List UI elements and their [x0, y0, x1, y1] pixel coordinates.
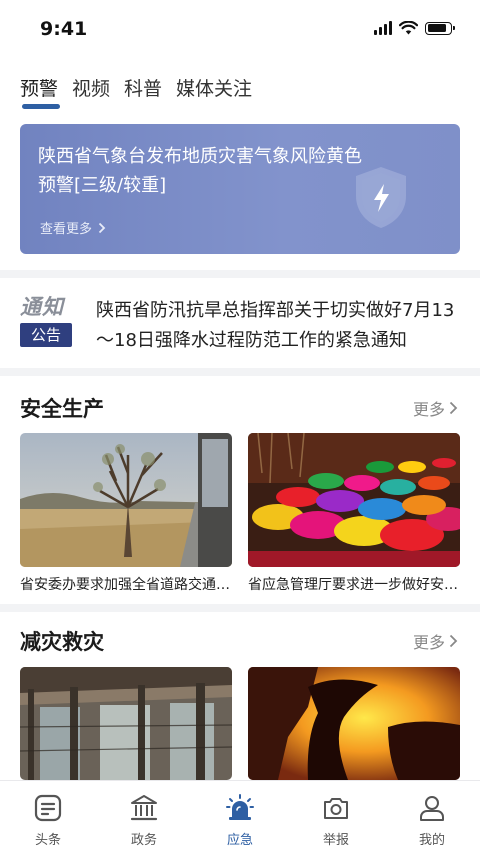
damaged-building-interior-image [20, 667, 232, 780]
relief-more-label: 更多 [412, 633, 445, 652]
section-divider [0, 368, 480, 376]
banner-more-link[interactable]: 查看更多 [40, 218, 106, 237]
relief-more-button[interactable]: 更多 [413, 629, 458, 653]
battery-icon [425, 21, 455, 35]
tabbar-label: 头条 [34, 833, 61, 848]
tabbar-item-emergency[interactable]: 应急 [192, 781, 288, 854]
bottom-tab-bar: 头条 政务 应急 举报 我的 [0, 780, 480, 854]
card-caption: 省安委办要求加强全省道路交通安全工作 [20, 577, 232, 593]
tabbar-item-headline[interactable]: 头条 [0, 781, 96, 854]
emergency-siren-icon [226, 794, 254, 820]
banner-more-label: 查看更多 [40, 222, 93, 237]
news-card[interactable]: 省应急管理厅要求进一步做好安全生产工作 [248, 433, 460, 594]
chevron-right-icon [449, 634, 458, 648]
tabbar-item-report[interactable]: 举报 [288, 781, 384, 854]
tabbar-label: 应急 [226, 833, 253, 848]
user-icon [420, 796, 444, 821]
active-tab-indicator [22, 104, 60, 109]
headline-icon [34, 794, 62, 822]
news-card[interactable] [248, 667, 460, 780]
tab-science[interactable]: 科普 [124, 74, 162, 113]
notice-badge-bottom: 公告 [20, 323, 72, 347]
status-bar: 9:41 [0, 0, 480, 60]
tab-media[interactable]: 媒体关注 [176, 74, 252, 113]
section-divider [0, 604, 480, 612]
safety-more-label: 更多 [412, 400, 445, 419]
tabbar-item-profile[interactable]: 我的 [384, 781, 480, 854]
silhouette-sunset-image [248, 667, 460, 780]
notice-badge-top: 通知 [20, 295, 64, 319]
section-title-safety: 安全生产 [20, 397, 104, 421]
notice-text[interactable]: 陕西省防汛抗旱总指挥部关于切实做好7月13～18日强降水过程防范工作的紧急通知 [96, 296, 456, 356]
card-caption: 省应急管理厅要求进一步做好安全生产工作 [248, 577, 460, 593]
tab-video[interactable]: 视频 [72, 74, 110, 113]
warning-banner[interactable]: 陕西省气象台发布地质灾害气象风险黄色预警[三级/较重] 查看更多 [20, 124, 460, 254]
government-building-icon [130, 795, 158, 821]
section-divider [0, 270, 480, 278]
dry-tree-landscape-image [20, 433, 232, 567]
news-card[interactable] [20, 667, 232, 780]
lightning-shield-icon [356, 167, 406, 228]
wifi-icon [399, 21, 418, 35]
chevron-right-icon [449, 401, 458, 415]
tabbar-item-government[interactable]: 政务 [96, 781, 192, 854]
notice-badge: 通知 公告 [20, 294, 74, 347]
safety-more-button[interactable]: 更多 [413, 396, 458, 420]
chevron-right-icon [98, 222, 106, 233]
section-title-relief: 减灾救灾 [20, 630, 104, 654]
status-icons [374, 21, 455, 35]
camera-icon [324, 798, 348, 819]
tabbar-label: 举报 [322, 833, 349, 848]
news-card[interactable]: 省安委办要求加强全省道路交通安全工作 [20, 433, 232, 594]
tabbar-label: 我的 [418, 833, 445, 848]
status-time: 9:41 [40, 18, 88, 40]
tabbar-label: 政务 [130, 833, 157, 848]
cellular-signal-icon [374, 21, 392, 35]
banner-title: 陕西省气象台发布地质灾害气象风险黄色预警[三级/较重] [38, 146, 362, 196]
colorful-powder-market-image [248, 433, 460, 567]
